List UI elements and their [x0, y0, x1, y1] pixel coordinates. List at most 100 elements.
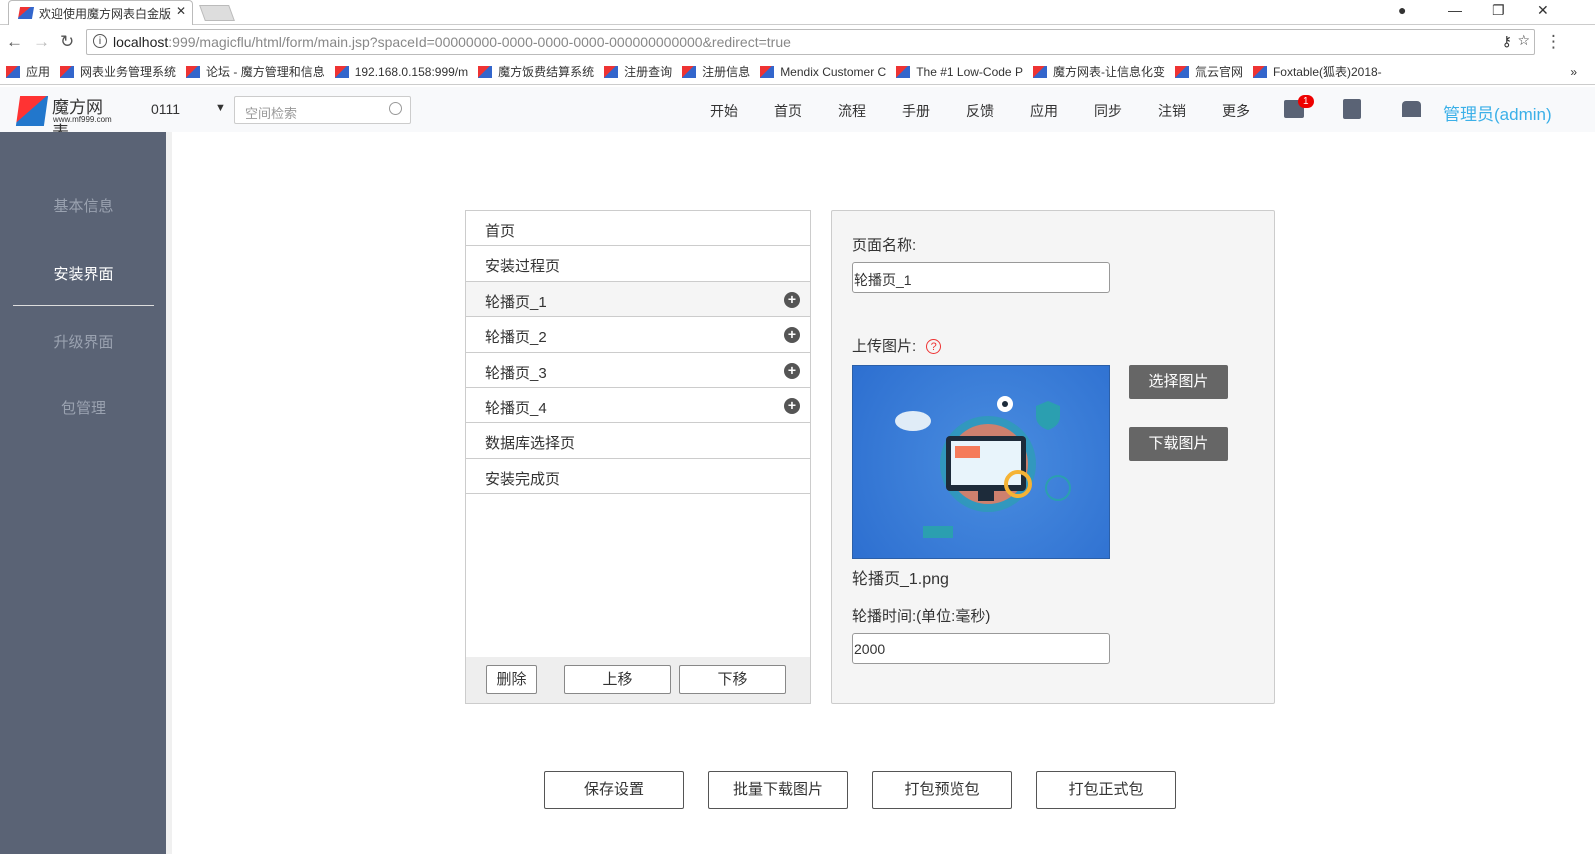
- page-name-input[interactable]: 轮播页_1: [852, 262, 1110, 293]
- sidebar-item-upgrade-ui[interactable]: 升级界面: [0, 331, 167, 352]
- help-icon[interactable]: ?: [926, 339, 942, 354]
- add-icon[interactable]: +: [784, 291, 800, 308]
- image-filename: 轮播页_1.png: [852, 571, 949, 588]
- build-preview-button[interactable]: 打包预览包: [872, 771, 1012, 809]
- nav-menu-item[interactable]: 同步: [1094, 101, 1122, 121]
- page-list: 首页安装过程页轮播页_1 + 轮播页_2 + 轮播页_3 + 轮播页_4 + 数据库选择页安装完…: [465, 210, 811, 704]
- caret-down-icon[interactable]: ▼: [215, 102, 226, 114]
- reload-icon[interactable]: ↻: [60, 32, 74, 52]
- add-icon[interactable]: +: [784, 362, 800, 379]
- forward-icon[interactable]: →: [33, 32, 50, 52]
- sidebar-scrollbar[interactable]: [166, 132, 172, 854]
- bookmark-item[interactable]: 魔方饭费结算系统: [478, 63, 594, 80]
- sidebar: 基本信息 安装界面 升级界面 包管理: [0, 132, 172, 854]
- page-list-item[interactable]: 轮播页_1 +: [466, 281, 810, 318]
- bookmark-item[interactable]: 注册信息: [682, 63, 750, 80]
- info-icon[interactable]: i: [93, 34, 107, 48]
- batch-download-button[interactable]: 批量下载图片: [708, 771, 848, 809]
- space-selector[interactable]: 0111: [151, 101, 180, 117]
- user-menu[interactable]: 管理员(admin): [1443, 100, 1552, 125]
- page-label: 安装过程页: [485, 258, 561, 276]
- page-list-item[interactable]: 数据库选择页: [466, 423, 810, 459]
- nav-menu-item[interactable]: 应用: [1030, 101, 1058, 121]
- image-preview[interactable]: [852, 365, 1110, 559]
- search-icon[interactable]: [389, 102, 402, 115]
- url-host: localhost: [113, 34, 169, 50]
- nav-menu-item[interactable]: 流程: [838, 101, 866, 121]
- nav-menu-item[interactable]: 注销: [1158, 101, 1186, 121]
- menu-icon[interactable]: ⋮: [1545, 32, 1562, 52]
- bookmark-item[interactable]: 192.168.0.158:999/m: [334, 64, 469, 79]
- choose-image-button[interactable]: 选择图片: [1129, 365, 1228, 399]
- back-icon[interactable]: ←: [6, 32, 23, 52]
- clipboard-icon[interactable]: [1343, 99, 1361, 119]
- shirt-icon[interactable]: [1402, 101, 1421, 117]
- bookmark-item[interactable]: 魔方网表-让信息化变: [1032, 63, 1165, 80]
- page-list-item[interactable]: 轮播页_2 +: [466, 317, 810, 353]
- logo-url: www.mf999.com: [53, 115, 112, 124]
- key-icon[interactable]: ⚷: [1502, 33, 1512, 50]
- star-icon[interactable]: ☆: [1517, 32, 1530, 49]
- bookmark-icon: [334, 65, 349, 78]
- bookmark-item[interactable]: 网表业务管理系统: [60, 63, 176, 80]
- move-down-button[interactable]: 下移: [679, 665, 786, 694]
- sidebar-item-basic-info[interactable]: 基本信息: [0, 195, 167, 216]
- bookmark-label: 注册信息: [702, 65, 751, 79]
- add-icon[interactable]: +: [784, 327, 800, 344]
- bookmark-icon: [682, 65, 697, 78]
- bookmark-item[interactable]: 应用: [6, 63, 50, 80]
- browser-tab[interactable]: 欢迎使用魔方网表白金版 ✕: [8, 0, 193, 25]
- bookmark-label: 192.168.0.158:999/m: [354, 64, 469, 79]
- profile-icon[interactable]: ●: [1398, 2, 1406, 18]
- page-list-item[interactable]: 安装完成页: [466, 459, 810, 495]
- sidebar-item-install-ui[interactable]: 安装界面: [0, 263, 167, 284]
- maximize-button[interactable]: ❐: [1492, 2, 1505, 19]
- build-release-button[interactable]: 打包正式包: [1036, 771, 1176, 809]
- bookmark-item[interactable]: 注册查询: [604, 63, 672, 80]
- bookmark-item[interactable]: 氚云官网: [1174, 63, 1243, 80]
- sidebar-item-package-mgmt[interactable]: 包管理: [0, 397, 167, 418]
- nav-menu-item[interactable]: 反馈: [966, 101, 994, 121]
- interval-input[interactable]: 2000: [852, 633, 1110, 664]
- move-up-button[interactable]: 上移: [564, 665, 671, 694]
- bookmark-label: 网表业务管理系统: [80, 65, 177, 79]
- bookmark-item[interactable]: Foxtable(狐表)2018-: [1252, 63, 1382, 80]
- upload-label-text: 上传图片:: [852, 338, 917, 355]
- page-detail-panel: 页面名称: 轮播页_1 上传图片:? 选择图片 下载图片 轮播页_1.png 轮…: [831, 210, 1275, 704]
- page-list-item[interactable]: 轮播页_3 +: [466, 353, 810, 388]
- bookmark-item[interactable]: Mendix Customer C: [760, 65, 886, 79]
- add-icon[interactable]: +: [784, 397, 800, 414]
- page-label: 轮播页_4: [485, 399, 547, 417]
- bookmark-label: 论坛 - 魔方管理和信息: [206, 65, 325, 79]
- url-input[interactable]: i localhost:999/magicflu/html/form/main.j…: [86, 29, 1535, 55]
- active-underline: [13, 305, 154, 306]
- delete-button[interactable]: 删除: [486, 665, 537, 694]
- bookmark-item[interactable]: 论坛 - 魔方管理和信息: [186, 63, 325, 80]
- nav-menu-item[interactable]: 首页: [774, 101, 802, 121]
- bookmark-icon: [60, 65, 75, 78]
- nav-menu-item[interactable]: 手册: [902, 101, 930, 121]
- bookmark-label: 魔方饭费结算系统: [498, 65, 595, 79]
- page-label: 首页: [485, 223, 516, 240]
- close-window-button[interactable]: ✕: [1537, 2, 1549, 19]
- bookmark-label: 应用: [26, 65, 51, 79]
- page-list-item[interactable]: 轮播页_4 +: [466, 388, 810, 424]
- close-tab-icon[interactable]: ✕: [176, 4, 186, 18]
- nav-menu-item[interactable]: 开始: [710, 101, 738, 121]
- bookmark-item[interactable]: The #1 Low-Code P: [896, 65, 1023, 79]
- page-name-label: 页面名称:: [852, 237, 917, 254]
- bookmark-label: Mendix Customer C: [780, 64, 887, 79]
- page-label: 安装完成页: [485, 470, 561, 488]
- page-list-item[interactable]: 首页: [466, 211, 810, 247]
- download-image-button[interactable]: 下载图片: [1129, 427, 1228, 461]
- favicon-icon: [17, 7, 35, 19]
- nav-menu-item[interactable]: 更多: [1222, 101, 1250, 121]
- logo[interactable]: 魔方网表www.mf999.com: [15, 93, 118, 142]
- page-list-item[interactable]: 安装过程页: [466, 246, 810, 282]
- minimize-button[interactable]: —: [1448, 2, 1462, 18]
- more-bookmarks-icon[interactable]: »: [1570, 65, 1577, 79]
- save-settings-button[interactable]: 保存设置: [544, 771, 684, 809]
- new-tab-button[interactable]: [199, 5, 235, 21]
- space-search-input[interactable]: 空间检索: [234, 96, 411, 124]
- app-header: 魔方网表www.mf999.com 0111 ▼ 空间检索 开始 首页 流程 手册 反馈…: [0, 87, 1595, 142]
